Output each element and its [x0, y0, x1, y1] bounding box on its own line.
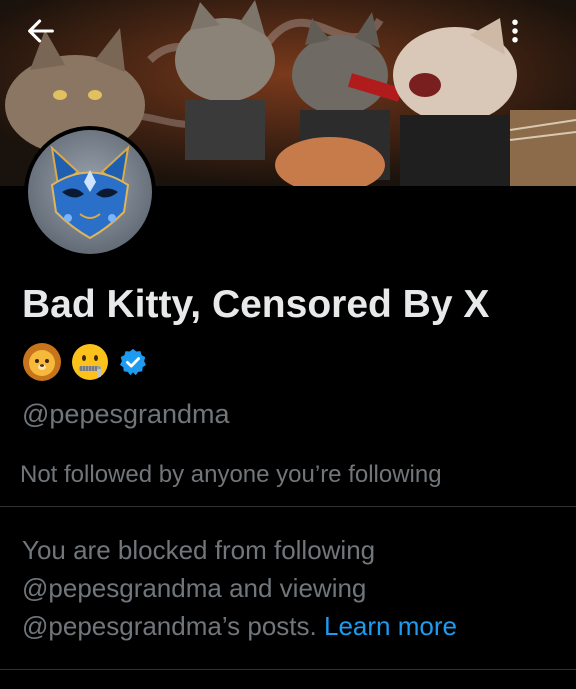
- avatar-image: [28, 130, 152, 254]
- arrow-left-icon: [28, 19, 54, 43]
- avatar[interactable]: [24, 126, 156, 258]
- divider: [0, 506, 576, 507]
- zipper-mouth-face-emoji-icon: [72, 344, 108, 380]
- profile-handle: @pepesgrandma: [22, 399, 230, 429]
- cat-mask-icon: [50, 145, 130, 240]
- learn-more-link[interactable]: Learn more: [324, 611, 457, 641]
- followed-by-text: Not followed by anyone you’re following: [20, 461, 442, 488]
- verified-badge-icon[interactable]: [118, 347, 148, 377]
- display-name: Bad Kitty, Censored By X: [22, 283, 490, 326]
- back-button[interactable]: [24, 14, 80, 70]
- more-vertical-icon: [512, 19, 518, 43]
- profile-badges: [22, 338, 148, 386]
- blocked-notice-text: You are blocked from following @pepesgra…: [22, 535, 376, 641]
- lion-face-emoji-icon: [23, 343, 61, 381]
- more-options-button[interactable]: [500, 14, 556, 70]
- divider: [0, 669, 576, 670]
- blocked-notice: You are blocked from following @pepesgra…: [22, 531, 562, 645]
